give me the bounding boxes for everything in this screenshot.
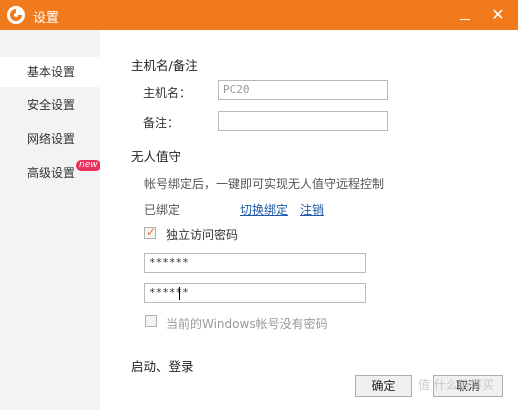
note-input[interactable]	[218, 111, 388, 131]
text-caret	[179, 287, 180, 300]
sidebar-item-advanced[interactable]: 高级设置 new	[0, 158, 101, 188]
app-logo-icon	[7, 6, 25, 24]
sidebar-item-basic[interactable]: 基本设置	[0, 57, 100, 87]
independent-password-checkbox[interactable]: ✓	[144, 225, 157, 239]
window-title: 设置	[33, 11, 60, 26]
sidebar-item-network[interactable]: 网络设置	[0, 124, 100, 154]
sidebar-item-label: 基本设置	[27, 65, 76, 79]
sidebar-item-security[interactable]: 安全设置	[0, 90, 100, 120]
confirm-password-value: ******	[149, 286, 189, 299]
sidebar: 基本设置 安全设置 网络设置 高级设置 new	[0, 30, 101, 410]
new-badge: new	[76, 160, 101, 171]
unattended-section-title: 无人值守	[131, 149, 182, 164]
confirm-password-input[interactable]: ******	[144, 283, 366, 303]
hostname-input[interactable]: PC20	[218, 80, 388, 100]
switch-binding-link[interactable]: 切换绑定	[240, 201, 288, 218]
unattended-description: 帐号绑定后，一键即可实现无人值守远程控制	[144, 177, 385, 191]
startup-section-title: 启动、登录	[131, 359, 194, 374]
password-input[interactable]: ******	[144, 253, 366, 273]
hostname-label: 主机名：	[143, 86, 192, 100]
independent-password-label: 独立访问密码	[166, 228, 239, 242]
host-section-title: 主机名/备注	[131, 58, 198, 73]
watermark: 值 什么值得买	[418, 378, 494, 392]
bound-status: 已绑定	[144, 203, 181, 217]
settings-content: 主机名/备注 主机名： PC20 备注： 无人值守 帐号绑定后，一键即可实现无人…	[100, 30, 518, 410]
checkmark-icon: ✓	[146, 225, 157, 239]
ok-button[interactable]: 确定	[355, 375, 412, 397]
note-label: 备注：	[143, 116, 180, 130]
title-bar[interactable]: 设置 ✕	[0, 0, 518, 30]
close-icon[interactable]: ✕	[490, 7, 506, 23]
sidebar-item-label: 安全设置	[27, 98, 76, 112]
no-windows-password-label: 当前的Windows帐号没有密码	[166, 317, 328, 331]
settings-window: 设置 ✕ 基本设置 安全设置 网络设置 高级设置 new 主机名/备注 主机名：…	[0, 0, 518, 410]
no-windows-password-checkbox[interactable]	[145, 315, 157, 327]
sidebar-item-label: 网络设置	[27, 132, 76, 146]
logout-link[interactable]: 注销	[300, 201, 324, 218]
minimize-button[interactable]	[458, 8, 472, 22]
sidebar-item-label: 高级设置	[27, 166, 76, 180]
